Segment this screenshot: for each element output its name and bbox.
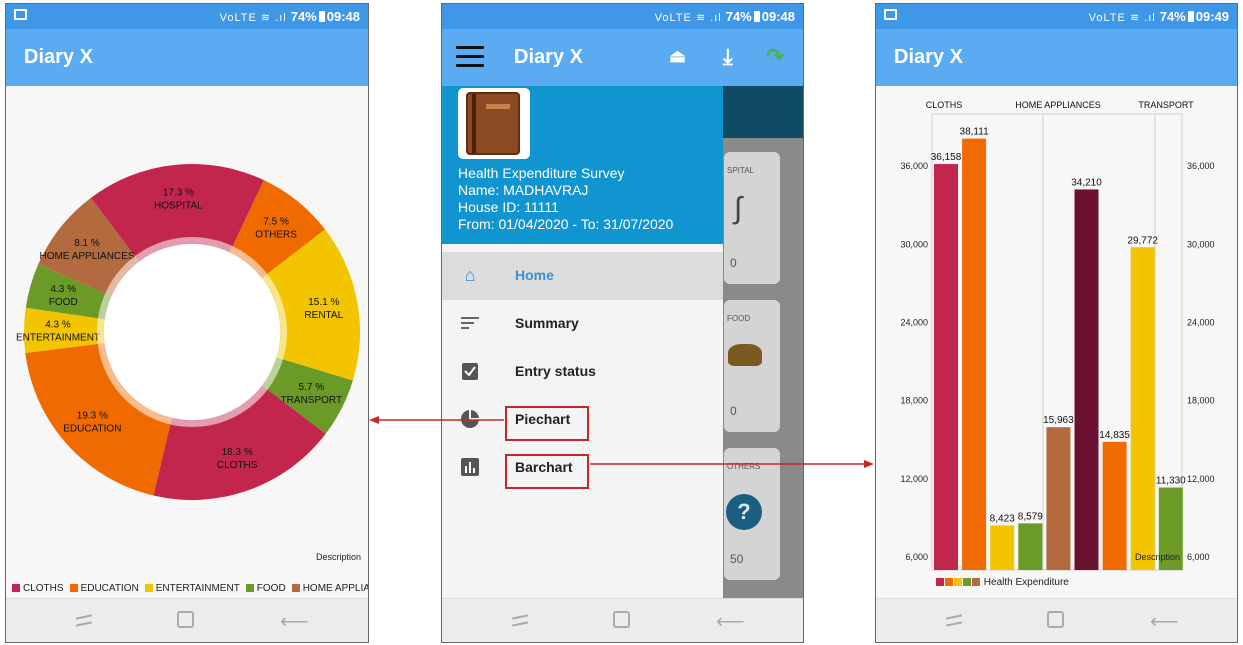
annotation-arrows xyxy=(369,416,874,468)
arrowhead-right xyxy=(864,460,874,468)
arrowhead-left xyxy=(369,416,379,424)
